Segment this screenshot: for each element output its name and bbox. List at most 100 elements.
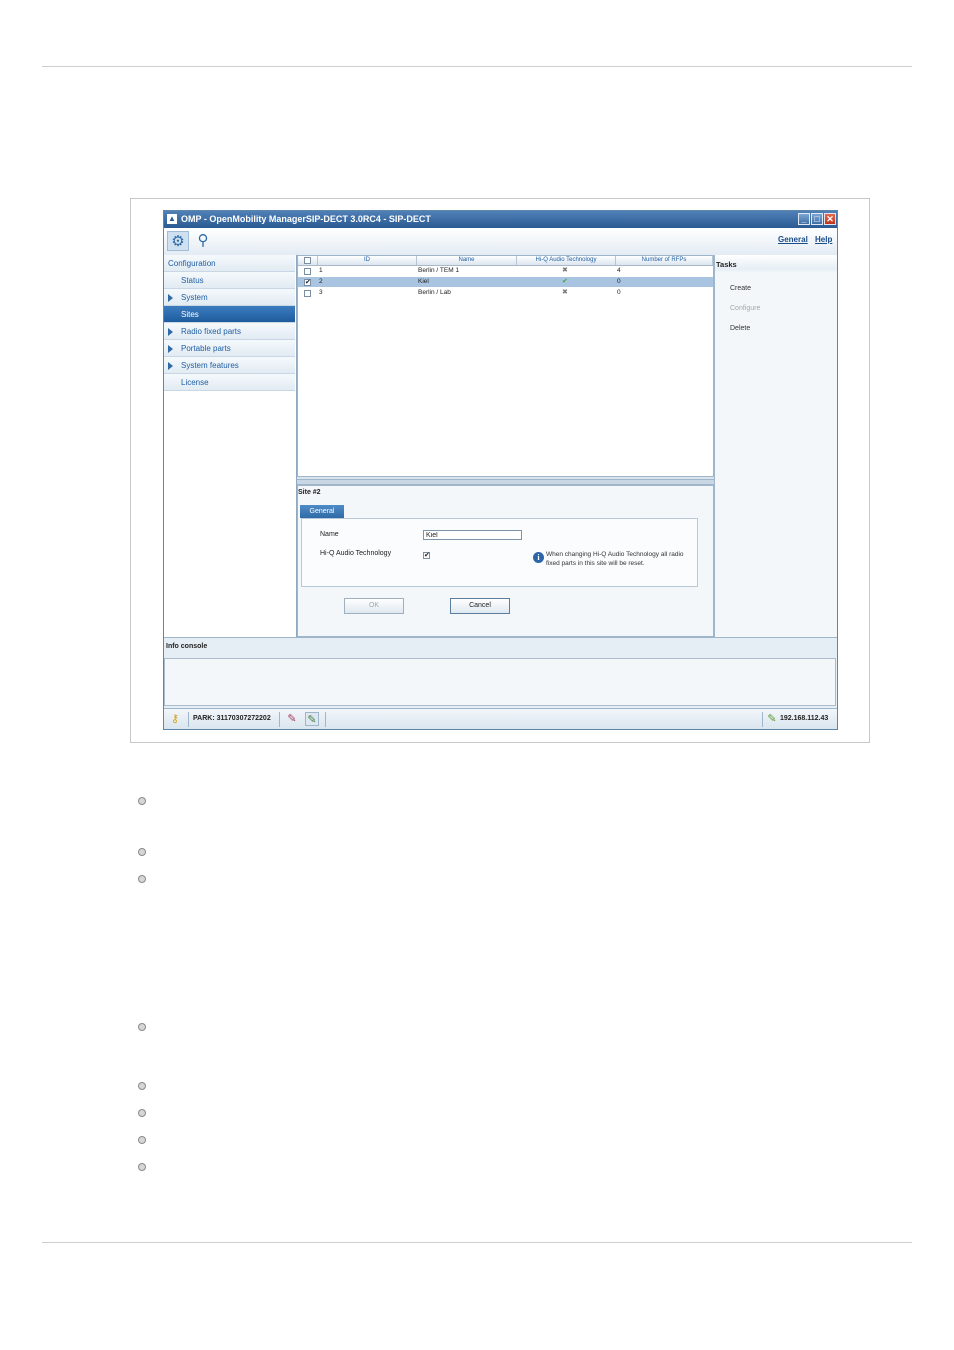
nav-system[interactable]: System [164, 289, 295, 306]
omp-window: ▲ OMP - OpenMobility ManagerSIP-DECT 3.0… [163, 210, 838, 730]
sites-table: ID Name Hi-Q Audio Technology Number of … [297, 255, 714, 477]
nav-configuration[interactable]: Configuration [164, 255, 295, 272]
hiq-info-text: When changing Hi-Q Audio Technology all … [546, 551, 684, 567]
nav-label: Status [181, 276, 204, 285]
bullet [138, 1109, 146, 1117]
cell-id: 1 [319, 267, 323, 274]
task-create[interactable]: Create [730, 285, 751, 292]
tasks-header: Tasks [716, 260, 737, 269]
table-row[interactable]: 3 Berlin / Lab ✖ 0 [298, 288, 713, 298]
general-link[interactable]: General [778, 235, 808, 244]
status-divider [325, 712, 326, 727]
general-settings-panel: Name Hi-Q Audio Technology ✔ i When chan… [301, 518, 698, 587]
info-console: Info console [164, 637, 837, 708]
cell-name: Berlin / Lab [418, 289, 451, 296]
maximize-button[interactable]: □ [811, 213, 823, 225]
bullet [138, 1163, 146, 1171]
console-body [164, 658, 836, 706]
nav-label: Radio fixed parts [181, 327, 242, 336]
nav-label: System [181, 293, 208, 302]
network-icon: ✎ [767, 713, 777, 725]
column-id[interactable]: ID [318, 256, 417, 265]
table-row[interactable]: 1 Berlin / TEM 1 ✖ 4 [298, 266, 713, 276]
cell-id: 3 [319, 289, 323, 296]
column-name[interactable]: Name [417, 256, 517, 265]
park-value: PARK: 31170307272202 [193, 715, 271, 722]
nav-sites[interactable]: Sites [164, 306, 295, 323]
task-configure: Configure [730, 305, 761, 312]
connection-icon[interactable]: ✎ [285, 712, 299, 726]
nav-portable-parts[interactable]: Portable parts [164, 340, 295, 357]
nav-system-features[interactable]: System features [164, 357, 295, 374]
cell-rfps: 0 [617, 278, 621, 285]
nav-label: License [181, 378, 209, 387]
column-rfps[interactable]: Number of RFPs [616, 256, 713, 265]
bullet [138, 1023, 146, 1031]
navigation-panel: Configuration Status System Sites Radio … [164, 255, 297, 637]
cell-rfps: 0 [617, 289, 621, 296]
help-link[interactable]: Help [815, 235, 832, 244]
row-checkbox[interactable] [304, 268, 311, 275]
checkmark-icon: ✔ [562, 278, 568, 285]
expand-arrow-icon [168, 294, 173, 302]
hiq-label: Hi-Q Audio Technology [320, 550, 392, 557]
page-bottom-rule [42, 1242, 912, 1243]
row-checkbox[interactable]: ✔ [304, 279, 311, 286]
toolbar: ⚙ ⚲ General Help [164, 228, 837, 256]
row-checkbox[interactable] [304, 290, 311, 297]
status-bar: ⚷ PARK: 31170307272202 ✎ ✎ ✎ 192.168.112… [164, 708, 837, 729]
cross-icon: ✖ [562, 267, 568, 274]
nav-label: Sites [181, 310, 199, 319]
table-row[interactable]: ✔ 2 Kiel ✔ 0 [298, 277, 713, 287]
nav-license[interactable]: License [164, 374, 295, 391]
search-icon[interactable]: ⚲ [192, 231, 214, 251]
nav-label: Configuration [168, 259, 216, 268]
tab-general[interactable]: General [300, 505, 344, 518]
ok-button[interactable]: OK [344, 598, 404, 614]
gear-icon[interactable]: ⚙ [167, 231, 189, 251]
site-detail-panel: Site #2 General Name Hi-Q Audio Technolo… [297, 485, 714, 637]
status-divider [188, 712, 189, 727]
cell-name: Berlin / TEM 1 [418, 267, 460, 274]
ip-address: 192.168.112.43 [780, 715, 829, 722]
cancel-button[interactable]: Cancel [450, 598, 510, 614]
table-header: ID Name Hi-Q Audio Technology Number of … [298, 256, 713, 266]
name-field[interactable] [423, 530, 522, 540]
hiq-checkbox[interactable]: ✔ [423, 552, 430, 559]
cell-rfps: 4 [617, 267, 621, 274]
expand-arrow-icon [168, 328, 173, 336]
bullet [138, 875, 146, 883]
title-bar[interactable]: ▲ OMP - OpenMobility ManagerSIP-DECT 3.0… [164, 211, 837, 228]
page-top-rule [42, 66, 912, 67]
nav-label: System features [181, 361, 239, 370]
nav-status[interactable]: Status [164, 272, 295, 289]
bullet [138, 848, 146, 856]
name-label: Name [320, 531, 339, 538]
app-icon: ▲ [167, 214, 177, 224]
cell-name: Kiel [418, 278, 429, 285]
tasks-panel: Tasks Create Configure Delete [714, 255, 837, 637]
expand-arrow-icon [168, 345, 173, 353]
detail-header: Site #2 [298, 489, 321, 496]
info-icon: i [533, 552, 544, 563]
sync-icon[interactable]: ✎ [305, 712, 319, 726]
nav-label: Portable parts [181, 344, 231, 353]
select-all-checkbox[interactable] [304, 257, 311, 264]
cell-id: 2 [319, 278, 323, 285]
task-delete[interactable]: Delete [730, 325, 750, 332]
cross-icon: ✖ [562, 289, 568, 296]
window-title: OMP - OpenMobility ManagerSIP-DECT 3.0RC… [181, 214, 431, 224]
bullet [138, 797, 146, 805]
bullet [138, 1082, 146, 1090]
column-hiq[interactable]: Hi-Q Audio Technology [517, 256, 616, 265]
nav-radio-fixed-parts[interactable]: Radio fixed parts [164, 323, 295, 340]
minimize-button[interactable]: _ [798, 213, 810, 225]
bullet [138, 1136, 146, 1144]
close-button[interactable]: ✕ [824, 213, 836, 225]
status-divider [762, 712, 763, 727]
expand-arrow-icon [168, 362, 173, 370]
console-header: Info console [166, 643, 208, 650]
key-icon: ⚷ [170, 713, 180, 725]
select-all-column[interactable] [298, 256, 318, 265]
status-divider [279, 712, 280, 727]
